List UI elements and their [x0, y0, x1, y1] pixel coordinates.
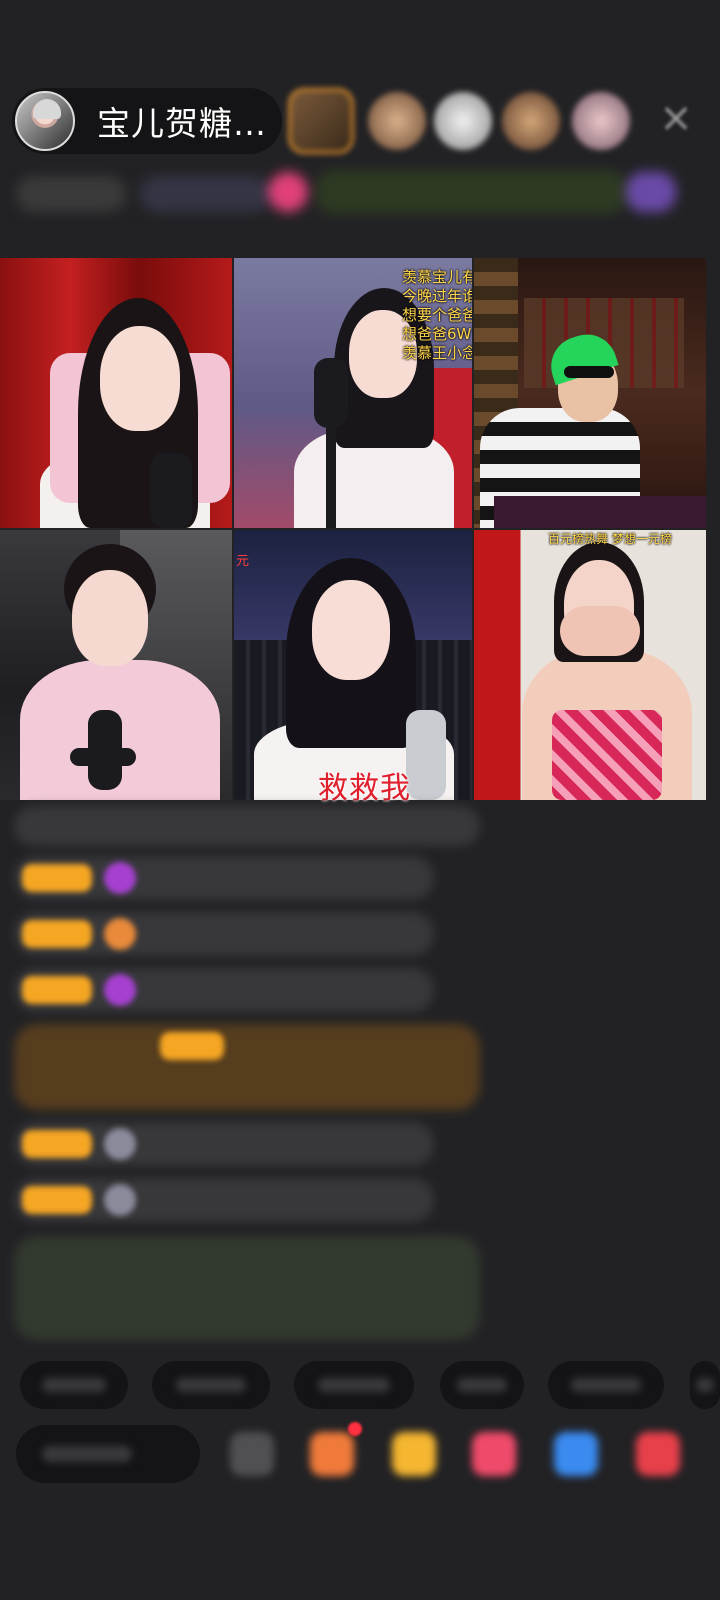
- live-info-row[interactable]: [16, 166, 688, 222]
- user-level-badge: [22, 920, 92, 948]
- guest-video-2[interactable]: 羡慕宝儿有 今晚过年谁 想要个爸爸 想爸爸6W 羡慕王小念: [234, 258, 472, 528]
- viewer-avatar[interactable]: [434, 92, 492, 150]
- fan-club-icon[interactable]: [310, 1432, 354, 1476]
- guest-overlay-text: 百元榜热舞 梦想一元榜: [548, 532, 672, 546]
- guest-overlay-text: 羡慕宝儿有 今晚过年谁 想要个爸爸 想爸爸6W 羡慕王小念: [402, 268, 472, 362]
- user-level-badge: [22, 864, 92, 892]
- chat-message-highlighted[interactable]: [14, 1024, 480, 1110]
- quick-reply-chip[interactable]: [440, 1361, 524, 1409]
- viewer-avatar[interactable]: [502, 92, 560, 150]
- user-level-badge: [22, 1130, 92, 1158]
- gift-icon[interactable]: [472, 1432, 516, 1476]
- shop-icon[interactable]: [636, 1432, 680, 1476]
- host-avatar[interactable]: [15, 91, 75, 151]
- close-icon[interactable]: ×: [658, 98, 694, 138]
- user-badge-icon: [104, 974, 136, 1006]
- quick-reply-chip[interactable]: [152, 1361, 270, 1409]
- quick-reply-chip[interactable]: [294, 1361, 414, 1409]
- user-level-badge: [160, 1032, 224, 1060]
- notification-dot: [348, 1422, 362, 1436]
- multi-guest-video-grid: 羡慕宝儿有 今晚过年谁 想要个爸爸 想爸爸6W 羡慕王小念 元 百元榜热舞 梦想…: [0, 258, 706, 806]
- wish-icon[interactable]: [392, 1432, 436, 1476]
- guest-video-3[interactable]: [474, 258, 706, 528]
- viewer-avatar[interactable]: [288, 88, 354, 154]
- quick-reply-chip[interactable]: [548, 1361, 664, 1409]
- system-notice: [14, 1236, 480, 1340]
- quick-reply-chip[interactable]: [20, 1361, 128, 1409]
- user-level-badge: [22, 976, 92, 1004]
- guest-tag: 元: [236, 554, 250, 569]
- guest-video-1[interactable]: [0, 258, 232, 528]
- host-info-pill[interactable]: 宝儿贺糖…: [12, 88, 282, 154]
- share-icon[interactable]: [230, 1432, 274, 1476]
- chat-message[interactable]: [14, 806, 480, 846]
- guest-video-4[interactable]: [0, 530, 232, 800]
- guest-video-5[interactable]: 元: [234, 530, 472, 800]
- user-badge-icon: [104, 918, 136, 950]
- quick-reply-chip[interactable]: [690, 1361, 720, 1409]
- viewer-avatar[interactable]: [572, 92, 630, 150]
- viewer-avatar[interactable]: [368, 92, 426, 150]
- user-badge-icon: [104, 1128, 136, 1160]
- host-name: 宝儿贺糖…: [97, 104, 267, 143]
- game-icon[interactable]: [554, 1432, 598, 1476]
- user-badge-icon: [104, 862, 136, 894]
- guest-video-6[interactable]: 百元榜热舞 梦想一元榜: [474, 530, 706, 800]
- user-level-badge: [22, 1186, 92, 1214]
- user-badge-icon: [104, 1184, 136, 1216]
- comment-input[interactable]: [16, 1425, 200, 1483]
- video-caption: 救救我: [318, 771, 411, 806]
